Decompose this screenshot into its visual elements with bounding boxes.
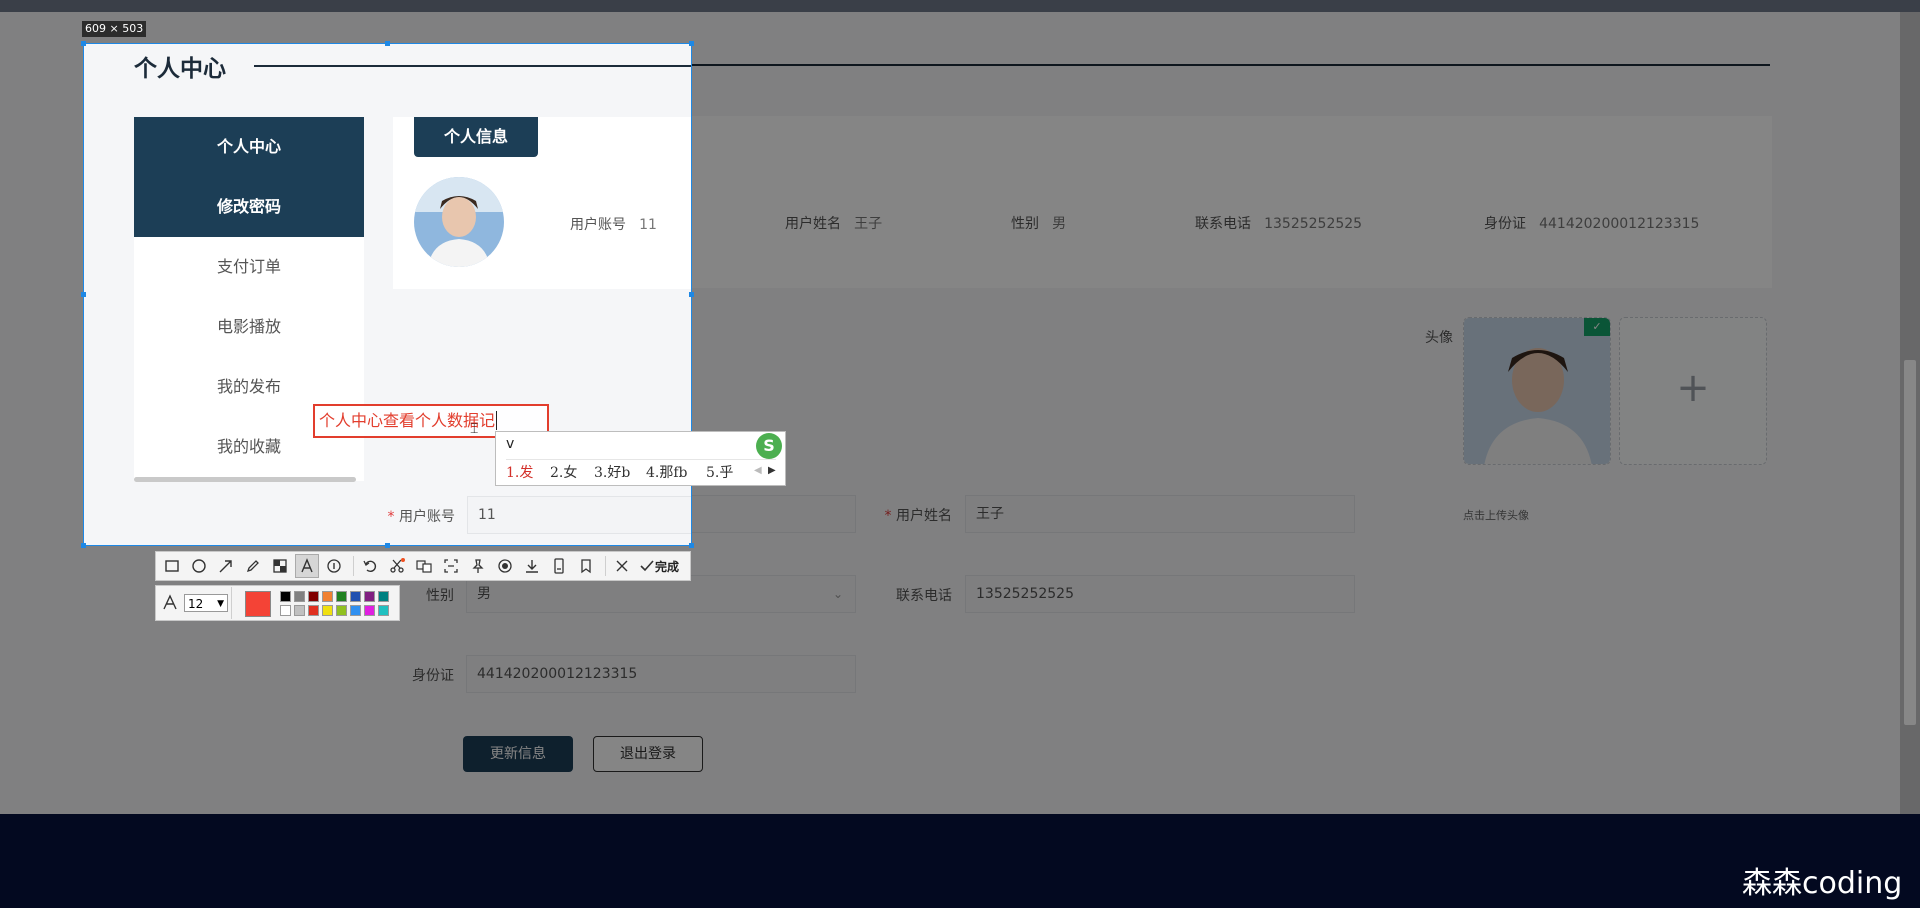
translate-tool-icon[interactable]	[412, 554, 436, 578]
i-beam-cursor-icon: ⌶	[470, 421, 479, 437]
palette-color-swatch[interactable]	[350, 605, 361, 616]
page-footer	[0, 814, 1920, 908]
watermark-text: 森森coding	[1742, 866, 1903, 901]
selection-avatar	[414, 177, 504, 267]
mosaic-tool-icon[interactable]	[268, 554, 292, 578]
ime-next-page-icon[interactable]: ▶	[768, 465, 776, 476]
selection-sidebar-item-movie-play[interactable]: 电影播放	[134, 297, 364, 357]
ime-logo-icon: S	[756, 433, 782, 459]
selection-account-input[interactable]: 11	[467, 496, 691, 534]
resize-handle-t[interactable]	[385, 41, 390, 46]
annotation-toolbar: 完成	[155, 551, 691, 581]
ime-candidate-1[interactable]: 1.发	[506, 462, 533, 482]
font-size-select[interactable]: 12 ▼	[184, 594, 228, 612]
text-caret	[496, 411, 498, 430]
pencil-tool-icon[interactable]	[241, 554, 265, 578]
selection-info-account-value: 11	[639, 217, 657, 233]
palette-color-swatch[interactable]	[294, 591, 305, 602]
palette-color-swatch[interactable]	[364, 605, 375, 616]
pin-icon[interactable]	[466, 554, 490, 578]
selection-sidebar-item-change-password[interactable]: 修改密码	[134, 177, 364, 237]
resize-handle-b[interactable]	[385, 543, 390, 548]
palette-color-swatch[interactable]	[322, 591, 333, 602]
resize-handle-bl[interactable]	[81, 543, 86, 548]
palette-color-swatch[interactable]	[378, 605, 389, 616]
selection-account-label-text: 用户账号	[399, 509, 455, 525]
selection-tab-personal-info[interactable]: 个人信息	[414, 117, 538, 157]
dropdown-arrow-icon: ▼	[217, 599, 224, 609]
ocr-tool-icon[interactable]	[439, 554, 463, 578]
undo-icon[interactable]	[358, 554, 382, 578]
palette-color-swatch[interactable]	[280, 591, 291, 602]
selection-account-label: * 用户账号	[373, 506, 455, 526]
selection-sidebar-item-orders[interactable]: 支付订单	[134, 237, 364, 297]
check-icon	[640, 560, 654, 572]
style-bar-separator	[231, 587, 232, 619]
palette-color-swatch[interactable]	[280, 605, 291, 616]
toolbar-separator	[353, 556, 354, 576]
number-marker-icon[interactable]	[322, 554, 346, 578]
ime-candidate-3[interactable]: 3.好b	[594, 462, 630, 482]
resize-handle-l[interactable]	[81, 292, 86, 297]
ime-prev-page-icon[interactable]: ◀	[754, 465, 762, 476]
resize-handle-tr[interactable]	[689, 41, 694, 46]
rectangle-tool-icon[interactable]	[160, 554, 184, 578]
text-annotation-content: 个人中心查看个人数据记	[319, 411, 496, 430]
cutout-tool-icon[interactable]	[385, 554, 409, 578]
palette-color-swatch[interactable]	[378, 591, 389, 602]
selection-info-account-label: 用户账号	[570, 217, 626, 233]
ime-candidate-4[interactable]: 4.那fb	[646, 462, 688, 482]
page-scrollbar-thumb[interactable]	[1904, 360, 1916, 725]
download-icon[interactable]	[520, 554, 544, 578]
selection-required-mark: *	[387, 509, 395, 525]
close-icon[interactable]	[610, 554, 634, 578]
top-banner	[0, 0, 1920, 12]
resize-handle-r[interactable]	[689, 292, 694, 297]
palette-color-swatch[interactable]	[336, 605, 347, 616]
selection-title-divider	[254, 65, 691, 67]
palette-color-swatch[interactable]	[322, 605, 333, 616]
palette-color-swatch[interactable]	[294, 605, 305, 616]
resize-handle-br[interactable]	[689, 543, 694, 548]
selection-size-badge: 609 × 503	[82, 21, 147, 37]
done-button[interactable]: 完成	[639, 558, 679, 575]
done-button-label: 完成	[655, 559, 680, 574]
current-color-swatch[interactable]	[245, 591, 271, 617]
selection-info-account: 用户账号 11	[570, 214, 657, 234]
ime-candidate-2[interactable]: 2.女	[550, 462, 577, 482]
resize-handle-tl[interactable]	[81, 41, 86, 46]
ellipse-tool-icon[interactable]	[187, 554, 211, 578]
selection-sidebar-scrollbar[interactable]	[134, 477, 356, 482]
palette-color-swatch[interactable]	[308, 605, 319, 616]
ime-candidate-window[interactable]: v 1.发 2.女 3.好b 4.那fb 5.乎 ◀ ▶ S	[495, 431, 786, 486]
palette-color-swatch[interactable]	[308, 591, 319, 602]
palette-color-swatch[interactable]	[336, 591, 347, 602]
selection-sidebar-item-profile[interactable]: 个人中心	[134, 117, 364, 177]
font-icon	[162, 594, 178, 614]
arrow-tool-icon[interactable]	[214, 554, 238, 578]
text-style-bar: 12 ▼	[155, 585, 400, 621]
bookmark-icon[interactable]	[574, 554, 598, 578]
ime-candidate-5[interactable]: 5.乎	[706, 462, 733, 482]
palette-color-swatch[interactable]	[364, 591, 375, 602]
text-tool-icon[interactable]	[295, 554, 319, 578]
selection-info-card: 个人信息 用户账号 11	[393, 117, 691, 289]
toolbar-separator	[605, 556, 606, 576]
ime-input: v	[506, 436, 515, 452]
long-screenshot-icon[interactable]	[547, 554, 571, 578]
record-icon[interactable]	[493, 554, 517, 578]
palette-color-swatch[interactable]	[350, 591, 361, 602]
ime-divider	[506, 459, 776, 460]
selection-avatar-photo-icon	[414, 177, 504, 267]
font-size-value: 12	[188, 597, 204, 611]
selection-page-title: 个人中心	[134, 56, 226, 82]
